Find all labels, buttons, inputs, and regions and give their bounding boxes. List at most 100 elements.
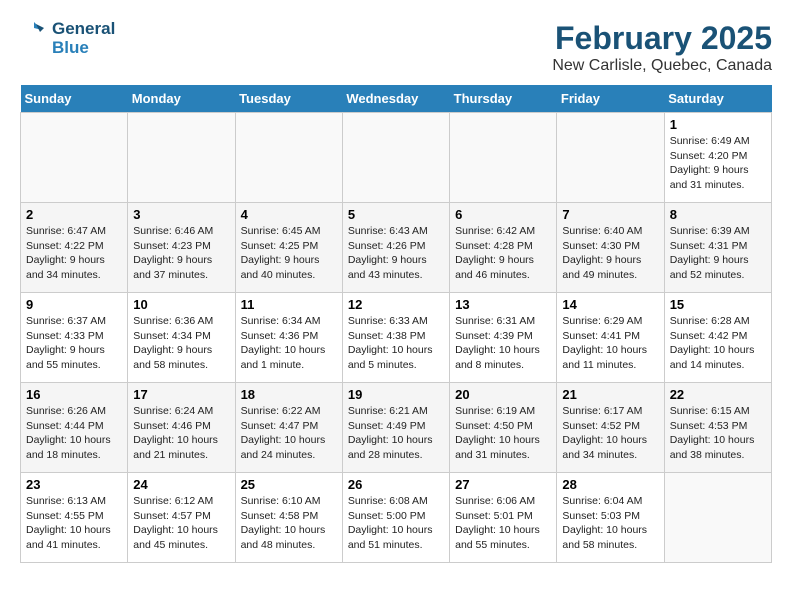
day-info: Sunrise: 6:49 AM Sunset: 4:20 PM Dayligh… — [670, 134, 766, 193]
day-cell: 8 Sunrise: 6:39 AM Sunset: 4:31 PM Daylig… — [664, 203, 771, 293]
day-number: 14 — [562, 297, 658, 312]
day-number: 22 — [670, 387, 766, 402]
calendar-table: SundayMondayTuesdayWednesdayThursdayFrid… — [20, 85, 772, 563]
day-cell: 20 Sunrise: 6:19 AM Sunset: 4:50 PM Dayli… — [450, 383, 557, 473]
day-cell: 9 Sunrise: 6:37 AM Sunset: 4:33 PM Daylig… — [21, 293, 128, 383]
day-number: 28 — [562, 477, 658, 492]
weekday-header-friday: Friday — [557, 85, 664, 113]
day-info: Sunrise: 6:29 AM Sunset: 4:41 PM Dayligh… — [562, 314, 658, 373]
day-info: Sunrise: 6:47 AM Sunset: 4:22 PM Dayligh… — [26, 224, 122, 283]
week-row-1: 1 Sunrise: 6:49 AM Sunset: 4:20 PM Daylig… — [21, 113, 772, 203]
day-cell: 24 Sunrise: 6:12 AM Sunset: 4:57 PM Dayli… — [128, 473, 235, 563]
day-number: 7 — [562, 207, 658, 222]
day-info: Sunrise: 6:40 AM Sunset: 4:30 PM Dayligh… — [562, 224, 658, 283]
logo-bird-icon — [20, 20, 50, 58]
day-number: 10 — [133, 297, 229, 312]
day-cell — [557, 113, 664, 203]
day-number: 12 — [348, 297, 444, 312]
day-number: 17 — [133, 387, 229, 402]
day-cell — [450, 113, 557, 203]
day-number: 19 — [348, 387, 444, 402]
day-cell: 6 Sunrise: 6:42 AM Sunset: 4:28 PM Daylig… — [450, 203, 557, 293]
day-number: 18 — [241, 387, 337, 402]
day-cell: 4 Sunrise: 6:45 AM Sunset: 4:25 PM Daylig… — [235, 203, 342, 293]
day-number: 25 — [241, 477, 337, 492]
day-info: Sunrise: 6:06 AM Sunset: 5:01 PM Dayligh… — [455, 494, 551, 553]
week-row-2: 2 Sunrise: 6:47 AM Sunset: 4:22 PM Daylig… — [21, 203, 772, 293]
day-number: 20 — [455, 387, 551, 402]
day-number: 15 — [670, 297, 766, 312]
logo: General Blue — [20, 20, 115, 58]
day-number: 8 — [670, 207, 766, 222]
day-cell: 3 Sunrise: 6:46 AM Sunset: 4:23 PM Daylig… — [128, 203, 235, 293]
page-header: General Blue February 2025 New Carlisle,… — [20, 20, 772, 75]
day-info: Sunrise: 6:08 AM Sunset: 5:00 PM Dayligh… — [348, 494, 444, 553]
day-cell — [342, 113, 449, 203]
day-info: Sunrise: 6:46 AM Sunset: 4:23 PM Dayligh… — [133, 224, 229, 283]
day-info: Sunrise: 6:13 AM Sunset: 4:55 PM Dayligh… — [26, 494, 122, 553]
day-number: 2 — [26, 207, 122, 222]
day-number: 11 — [241, 297, 337, 312]
weekday-header-wednesday: Wednesday — [342, 85, 449, 113]
day-number: 9 — [26, 297, 122, 312]
day-number: 24 — [133, 477, 229, 492]
day-cell: 26 Sunrise: 6:08 AM Sunset: 5:00 PM Dayli… — [342, 473, 449, 563]
weekday-header-monday: Monday — [128, 85, 235, 113]
weekday-header-row: SundayMondayTuesdayWednesdayThursdayFrid… — [21, 85, 772, 113]
title-block: February 2025 New Carlisle, Quebec, Cana… — [552, 20, 772, 75]
day-info: Sunrise: 6:33 AM Sunset: 4:38 PM Dayligh… — [348, 314, 444, 373]
day-number: 3 — [133, 207, 229, 222]
day-cell: 5 Sunrise: 6:43 AM Sunset: 4:26 PM Daylig… — [342, 203, 449, 293]
day-number: 23 — [26, 477, 122, 492]
week-row-5: 23 Sunrise: 6:13 AM Sunset: 4:55 PM Dayli… — [21, 473, 772, 563]
day-number: 27 — [455, 477, 551, 492]
logo-container: General Blue — [20, 20, 115, 58]
day-cell: 19Sunrise: 6:21 AM Sunset: 4:49 PM Dayli… — [342, 383, 449, 473]
weekday-header-tuesday: Tuesday — [235, 85, 342, 113]
day-number: 13 — [455, 297, 551, 312]
day-info: Sunrise: 6:28 AM Sunset: 4:42 PM Dayligh… — [670, 314, 766, 373]
day-cell: 16Sunrise: 6:26 AM Sunset: 4:44 PM Dayli… — [21, 383, 128, 473]
day-number: 1 — [670, 117, 766, 132]
day-number: 26 — [348, 477, 444, 492]
day-info: Sunrise: 6:36 AM Sunset: 4:34 PM Dayligh… — [133, 314, 229, 373]
day-cell: 13 Sunrise: 6:31 AM Sunset: 4:39 PM Dayli… — [450, 293, 557, 383]
day-number: 4 — [241, 207, 337, 222]
day-cell — [21, 113, 128, 203]
day-cell: 15 Sunrise: 6:28 AM Sunset: 4:42 PM Dayli… — [664, 293, 771, 383]
day-info: Sunrise: 6:04 AM Sunset: 5:03 PM Dayligh… — [562, 494, 658, 553]
day-cell: 11Sunrise: 6:34 AM Sunset: 4:36 PM Dayli… — [235, 293, 342, 383]
day-info: Sunrise: 6:31 AM Sunset: 4:39 PM Dayligh… — [455, 314, 551, 373]
day-info: Sunrise: 6:43 AM Sunset: 4:26 PM Dayligh… — [348, 224, 444, 283]
weekday-header-sunday: Sunday — [21, 85, 128, 113]
day-cell: 14 Sunrise: 6:29 AM Sunset: 4:41 PM Dayli… — [557, 293, 664, 383]
day-cell: 25 Sunrise: 6:10 AM Sunset: 4:58 PM Dayli… — [235, 473, 342, 563]
day-info: Sunrise: 6:42 AM Sunset: 4:28 PM Dayligh… — [455, 224, 551, 283]
weekday-header-thursday: Thursday — [450, 85, 557, 113]
day-info: Sunrise: 6:37 AM Sunset: 4:33 PM Dayligh… — [26, 314, 122, 373]
day-cell: 18 Sunrise: 6:22 AM Sunset: 4:47 PM Dayli… — [235, 383, 342, 473]
weekday-header-saturday: Saturday — [664, 85, 771, 113]
week-row-3: 9 Sunrise: 6:37 AM Sunset: 4:33 PM Daylig… — [21, 293, 772, 383]
day-info: Sunrise: 6:22 AM Sunset: 4:47 PM Dayligh… — [241, 404, 337, 463]
day-cell: 12 Sunrise: 6:33 AM Sunset: 4:38 PM Dayli… — [342, 293, 449, 383]
day-info: Sunrise: 6:39 AM Sunset: 4:31 PM Dayligh… — [670, 224, 766, 283]
day-info: Sunrise: 6:26 AM Sunset: 4:44 PM Dayligh… — [26, 404, 122, 463]
day-cell: 28 Sunrise: 6:04 AM Sunset: 5:03 PM Dayli… — [557, 473, 664, 563]
day-number: 6 — [455, 207, 551, 222]
day-info: Sunrise: 6:45 AM Sunset: 4:25 PM Dayligh… — [241, 224, 337, 283]
day-info: Sunrise: 6:19 AM Sunset: 4:50 PM Dayligh… — [455, 404, 551, 463]
day-number: 21 — [562, 387, 658, 402]
day-cell: 23 Sunrise: 6:13 AM Sunset: 4:55 PM Dayli… — [21, 473, 128, 563]
day-cell: 21 Sunrise: 6:17 AM Sunset: 4:52 PM Dayli… — [557, 383, 664, 473]
day-cell: 1 Sunrise: 6:49 AM Sunset: 4:20 PM Daylig… — [664, 113, 771, 203]
day-info: Sunrise: 6:10 AM Sunset: 4:58 PM Dayligh… — [241, 494, 337, 553]
week-row-4: 16Sunrise: 6:26 AM Sunset: 4:44 PM Dayli… — [21, 383, 772, 473]
day-number: 5 — [348, 207, 444, 222]
location: New Carlisle, Quebec, Canada — [552, 57, 772, 75]
day-cell: 17 Sunrise: 6:24 AM Sunset: 4:46 PM Dayli… — [128, 383, 235, 473]
day-info: Sunrise: 6:12 AM Sunset: 4:57 PM Dayligh… — [133, 494, 229, 553]
day-info: Sunrise: 6:24 AM Sunset: 4:46 PM Dayligh… — [133, 404, 229, 463]
day-info: Sunrise: 6:17 AM Sunset: 4:52 PM Dayligh… — [562, 404, 658, 463]
logo-text-general: General — [52, 20, 115, 39]
